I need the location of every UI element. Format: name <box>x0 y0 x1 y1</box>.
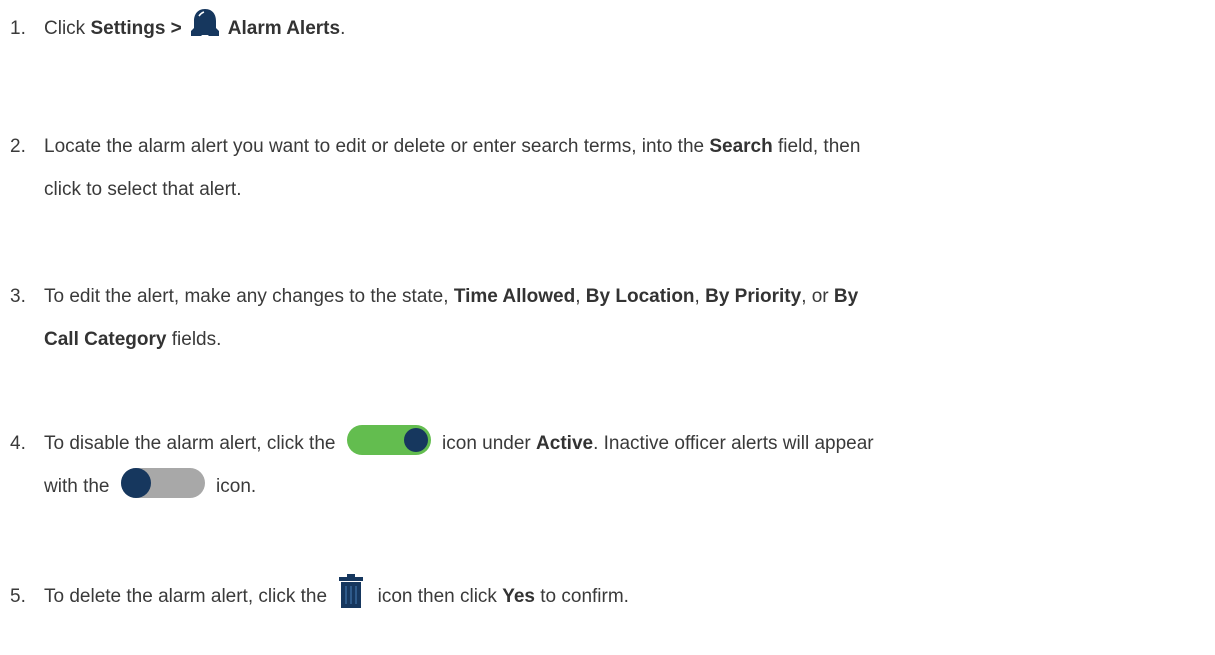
field-search: Search <box>709 136 773 157</box>
trash-icon <box>338 573 364 608</box>
confirm-yes: Yes <box>502 586 535 607</box>
menu-path-settings: Settings > <box>90 18 182 39</box>
toggle-on-icon <box>346 424 431 455</box>
toggle-knob <box>120 467 151 498</box>
toggle-off-icon <box>120 467 205 498</box>
step-number: 4. <box>10 433 26 454</box>
step-5: 5. To delete the alarm alert, click the i… <box>10 573 1200 618</box>
step-1: 1. Click Settings > Alarm Alerts. <box>10 7 1200 50</box>
field-time-allowed: Time Allowed <box>453 286 576 307</box>
step-text: Click <box>44 18 91 39</box>
step-number: 5. <box>10 586 26 607</box>
step-number: 1. <box>10 18 26 39</box>
step-number: 3. <box>10 286 26 307</box>
field-by-priority: By Priority <box>705 286 802 307</box>
step-3: 3. To edit the alert, make any changes to… <box>10 275 1200 361</box>
field-by-location: By Location <box>585 286 695 307</box>
step-2: 2. Locate the alarm alert you want to edi… <box>10 125 1200 211</box>
menu-path-alarm-alerts: Alarm Alerts <box>227 18 341 39</box>
field-by-call-category-part2: Call Category <box>44 329 167 350</box>
bell-icon <box>188 7 222 39</box>
column-active: Active <box>536 433 594 454</box>
toggle-knob <box>403 427 428 452</box>
step-4: 4. To disable the alarm alert, click the … <box>10 422 1200 508</box>
field-by-call-category-part1: By <box>833 286 859 307</box>
step-number: 2. <box>10 136 26 157</box>
